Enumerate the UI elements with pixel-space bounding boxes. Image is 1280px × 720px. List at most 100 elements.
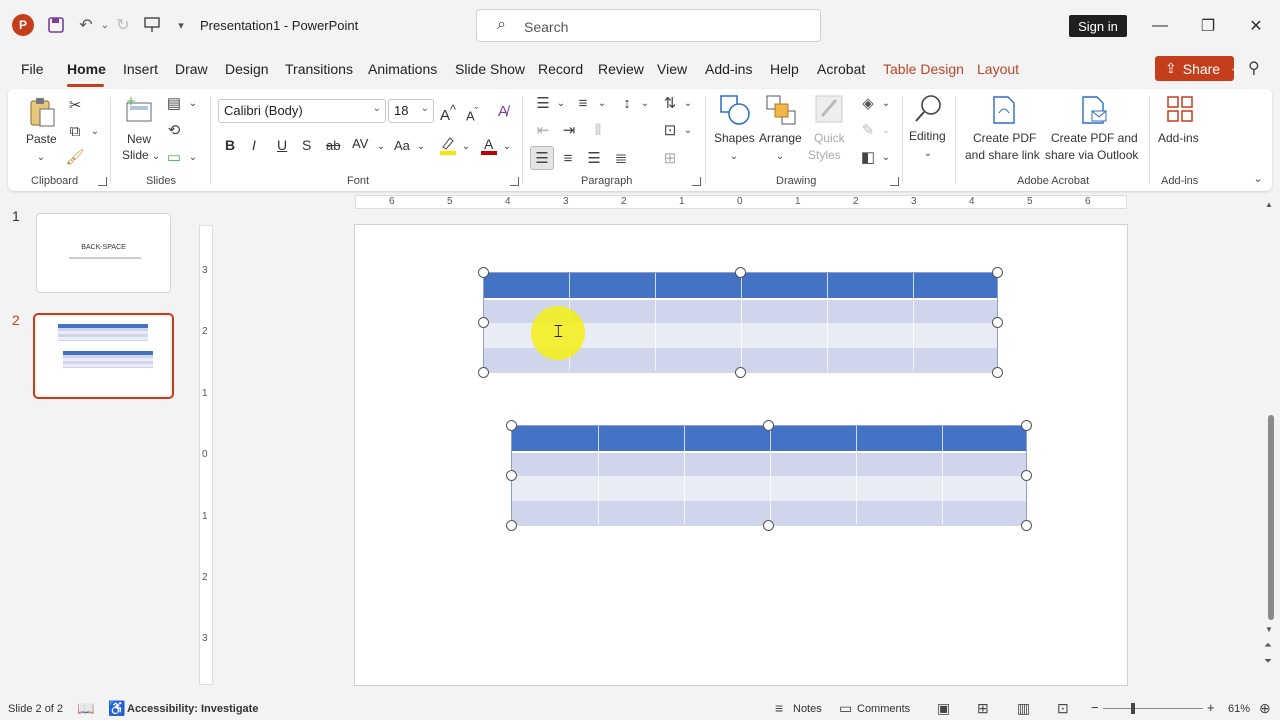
paste-dropdown-icon[interactable]: ⌄ — [31, 147, 51, 167]
text-direction-dropdown-icon[interactable]: ⌄ — [678, 93, 698, 113]
tab-review[interactable]: Review — [598, 61, 644, 77]
scroll-up-icon[interactable]: ▲ — [1265, 200, 1273, 209]
smartart-icon[interactable]: ⊞ — [660, 148, 680, 168]
new-slide-dropdown-icon[interactable]: ⌄ — [146, 146, 166, 166]
resize-handle[interactable] — [763, 420, 774, 431]
arrange-dropdown-icon[interactable]: ⌄ — [770, 146, 790, 166]
pdf-outlook-label-1[interactable]: Create PDF and — [1051, 130, 1138, 147]
decrease-indent-icon[interactable]: ⇤ — [533, 120, 553, 140]
zoom-slider[interactable] — [1103, 708, 1203, 709]
decrease-font-size-button[interactable]: Aˇ — [466, 104, 478, 124]
tab-view[interactable]: View — [657, 61, 687, 77]
copy-icon[interactable]: ⧉ — [65, 121, 85, 141]
shapes-icon[interactable] — [719, 94, 751, 126]
font-name-combo[interactable]: Calibri (Body) ⌄ — [218, 99, 386, 123]
resize-handle[interactable] — [992, 317, 1003, 328]
comments-icon[interactable]: ▭ — [839, 700, 852, 717]
tab-file[interactable]: File — [21, 61, 44, 77]
resize-handle[interactable] — [506, 520, 517, 531]
copy-dropdown-icon[interactable]: ⌄ — [85, 121, 105, 141]
tab-acrobat[interactable]: Acrobat — [817, 61, 865, 77]
table-row[interactable] — [512, 476, 1026, 501]
resize-handle[interactable] — [506, 470, 517, 481]
save-icon[interactable] — [45, 14, 67, 36]
tab-insert[interactable]: Insert — [123, 61, 158, 77]
slide-thumbnail-2[interactable] — [37, 317, 170, 395]
notes-icon[interactable]: ≡ — [775, 700, 783, 716]
highlight-dropdown-icon[interactable]: ⌄ — [456, 136, 476, 156]
editing-dropdown-icon[interactable]: ⌄ — [918, 143, 938, 163]
accessibility-icon[interactable]: ♿ — [108, 700, 125, 717]
layout-dropdown-icon[interactable]: ⌄ — [183, 93, 203, 113]
resize-handle[interactable] — [478, 367, 489, 378]
resize-handle[interactable] — [735, 267, 746, 278]
change-case-button[interactable]: Aa — [394, 137, 410, 154]
slide-sorter-icon[interactable]: ⊞ — [977, 700, 989, 717]
numbering-icon[interactable]: ≡ — [573, 93, 593, 113]
align-text-icon[interactable]: ⊡ — [660, 120, 680, 140]
quick-styles-label-1[interactable]: Quick — [814, 130, 845, 147]
zoom-slider-thumb[interactable] — [1131, 703, 1135, 714]
shape-outline-dropdown-icon[interactable]: ⌄ — [876, 120, 896, 140]
bold-button[interactable]: B — [225, 137, 235, 154]
resize-handle[interactable] — [735, 367, 746, 378]
resize-handle[interactable] — [1021, 420, 1032, 431]
justify-icon[interactable]: ≣ — [611, 148, 631, 168]
bullets-icon[interactable]: ☰ — [533, 93, 553, 113]
numbering-dropdown-icon[interactable]: ⌄ — [592, 93, 612, 113]
customize-toolbar-icon[interactable]: ▾ — [170, 14, 192, 36]
tab-help[interactable]: Help — [770, 61, 799, 77]
arrange-icon[interactable] — [765, 94, 797, 126]
redo-icon[interactable]: ↻ — [112, 14, 134, 36]
shapes-dropdown-icon[interactable]: ⌄ — [724, 146, 744, 166]
columns-icon[interactable]: ⫴ — [588, 120, 608, 140]
italic-button[interactable]: I — [252, 137, 256, 154]
underline-button[interactable]: U — [277, 137, 287, 154]
paragraph-launcher-icon[interactable] — [692, 177, 701, 186]
shape-fill-icon[interactable]: ◈ — [858, 93, 878, 113]
tab-transitions[interactable]: Transitions — [285, 61, 353, 77]
copilot-icon[interactable]: ⚲ — [1248, 58, 1260, 78]
find-icon[interactable] — [913, 93, 945, 125]
layout-icon[interactable]: ▤ — [164, 93, 184, 113]
section-dropdown-icon[interactable]: ⌄ — [183, 147, 203, 167]
create-pdf-icon[interactable] — [991, 95, 1017, 125]
spelling-icon[interactable]: 📖 — [77, 700, 94, 717]
accessibility-status[interactable]: Accessibility: Investigate — [127, 703, 258, 715]
paste-icon[interactable] — [28, 96, 56, 128]
resize-handle[interactable] — [1021, 520, 1032, 531]
strikethrough-button[interactable]: ab — [326, 137, 340, 154]
resize-handle[interactable] — [478, 317, 489, 328]
resize-handle[interactable] — [1021, 470, 1032, 481]
reading-view-icon[interactable]: ▥ — [1017, 700, 1030, 717]
tab-design[interactable]: Design — [225, 61, 269, 77]
zoom-out-button[interactable]: − — [1091, 700, 1099, 715]
create-pdf-label-1[interactable]: Create PDF — [973, 130, 1036, 147]
slide-thumbnail-1[interactable]: BACK-SPACE — [36, 213, 171, 293]
vertical-scrollbar-thumb[interactable] — [1268, 415, 1274, 620]
format-painter-icon[interactable]: 🖌 — [65, 147, 85, 167]
font-color-dropdown-icon[interactable]: ⌄ — [497, 136, 517, 156]
scroll-down-icon[interactable]: ▼ — [1265, 625, 1273, 634]
tab-animations[interactable]: Animations — [368, 61, 437, 77]
font-launcher-icon[interactable] — [510, 177, 519, 186]
search-input[interactable]: ⌕ Search — [476, 9, 821, 42]
new-slide-label-2[interactable]: Slide — [122, 147, 149, 164]
increase-font-size-button[interactable]: A^ — [440, 102, 456, 124]
minimize-icon[interactable]: — — [1148, 14, 1172, 38]
font-color-icon[interactable]: A — [479, 135, 499, 157]
clear-formatting-icon[interactable]: A̸ — [493, 101, 513, 121]
character-spacing-button[interactable]: AV — [352, 135, 368, 152]
increase-indent-icon[interactable]: ⇥ — [559, 120, 579, 140]
cut-icon[interactable]: ✂ — [65, 95, 85, 115]
normal-view-icon[interactable]: ▣ — [937, 700, 950, 717]
slide-show-icon[interactable]: ⊡ — [1057, 700, 1069, 717]
add-ins-icon[interactable] — [1166, 95, 1194, 123]
resize-handle[interactable] — [992, 267, 1003, 278]
comments-button[interactable]: Comments — [857, 703, 910, 715]
tab-layout[interactable]: Layout — [977, 61, 1019, 77]
resize-handle[interactable] — [506, 420, 517, 431]
create-pdf-label-2[interactable]: and share link — [965, 147, 1040, 164]
zoom-in-button[interactable]: + — [1207, 700, 1215, 715]
tab-add-ins[interactable]: Add-ins — [705, 61, 752, 77]
